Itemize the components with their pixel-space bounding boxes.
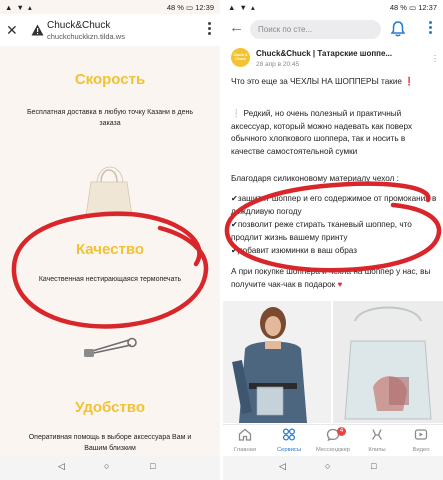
product-photo-woman[interactable]: [223, 301, 331, 423]
red-hand-drawn-circle: [224, 181, 442, 273]
tab-services[interactable]: Сервисы: [267, 428, 311, 453]
section-heading-quality: Качество: [75, 241, 145, 258]
tab-label: Сервисы: [276, 447, 302, 453]
section-text-quality: Качественная нестирающаяся термопечать: [38, 276, 182, 283]
home-nav-icon[interactable]: ○: [104, 461, 109, 471]
tab-label: Мессенджер: [315, 447, 351, 453]
system-nav-bar: ◁ ○ □: [223, 456, 443, 480]
back-nav-icon[interactable]: ◁: [58, 461, 65, 472]
bottom-tab-bar: Главная Сервисы 4 Мессенджер Клипы Видео: [223, 424, 443, 456]
safety-pin-icon: [84, 337, 137, 357]
video-icon: [414, 429, 428, 440]
services-icon: [282, 428, 296, 441]
right-phone-screen: ▲ ▼ ▴ 48 % ▭ 12:37 ← Поиск по сте... Chu…: [223, 0, 443, 480]
unread-badge: 4: [337, 427, 346, 436]
tab-label: Главная: [233, 447, 257, 453]
tab-clips[interactable]: Клипы: [355, 428, 399, 453]
woman-photo-illustration: [223, 301, 331, 423]
home-nav-icon[interactable]: ○: [325, 461, 330, 471]
clips-icon: [371, 429, 383, 440]
home-icon: [238, 428, 252, 441]
back-nav-icon[interactable]: ◁: [279, 461, 286, 472]
system-nav-bar: ◁ ○ □: [0, 456, 220, 480]
tab-label: Видео: [412, 447, 430, 453]
tab-home[interactable]: Главная: [223, 428, 267, 453]
product-photo-bag[interactable]: [333, 301, 443, 423]
section-heading-comfort: Удобство: [74, 399, 145, 416]
tab-messenger[interactable]: 4 Мессенджер: [311, 427, 355, 453]
left-phone-screen: ▲ ▼ ▴ 48 % ▭ 12:39 ✕ Chuck&Chuck chuckch…: [0, 0, 220, 480]
recents-nav-icon[interactable]: □: [371, 461, 376, 471]
tab-video[interactable]: Видео: [399, 428, 443, 453]
recents-nav-icon[interactable]: □: [150, 461, 155, 471]
section-text-comfort: Оперативная помощь в выборе аксессуара В…: [28, 434, 192, 452]
tab-label: Клипы: [368, 447, 386, 453]
clear-bag-photo-illustration: [333, 301, 443, 423]
